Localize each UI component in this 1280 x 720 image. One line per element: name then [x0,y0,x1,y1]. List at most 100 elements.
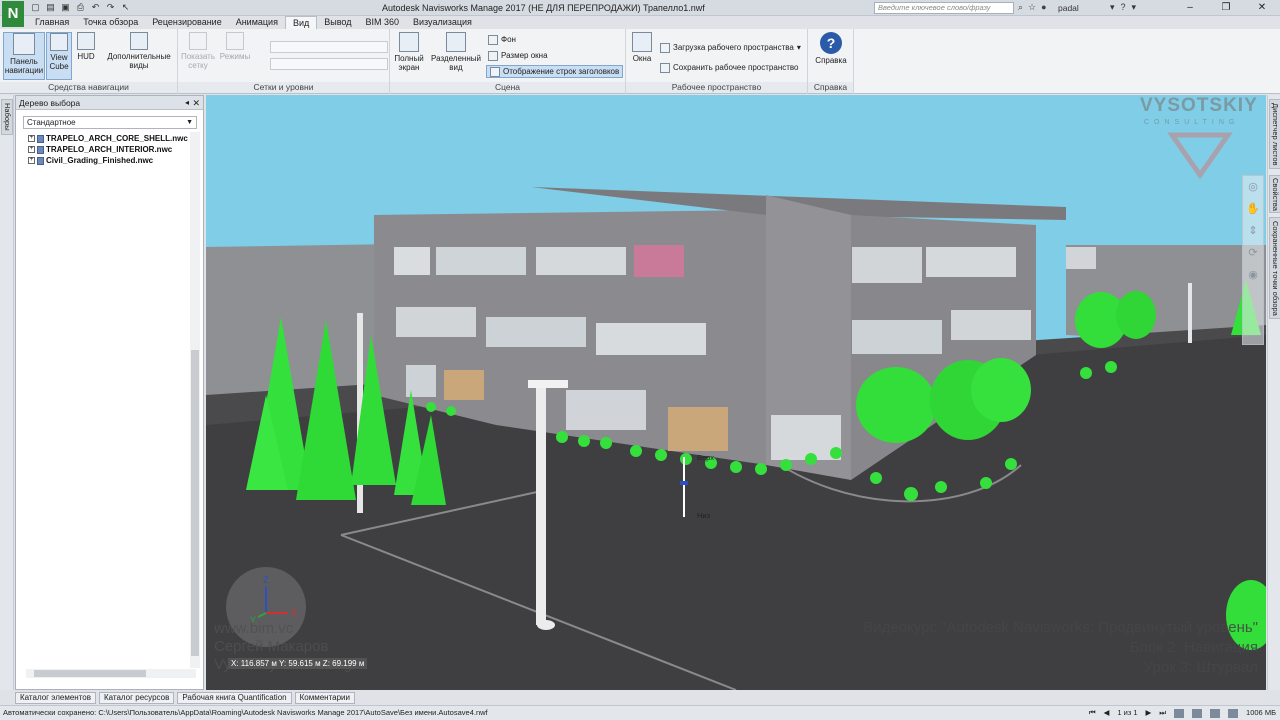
expand-icon[interactable]: + [28,146,35,153]
windows-button[interactable]: Окна [629,32,655,63]
save-workspace-icon [660,62,670,73]
navigation-panel-button[interactable]: Панель навигации [3,32,45,80]
next-page-icon[interactable]: ▶ [1146,706,1152,720]
course-caption: Видеокурс "Autodesk Navisworks: Продвину… [863,619,1258,676]
steering-wheel-icon[interactable]: ◎ [1243,176,1263,198]
last-page-icon[interactable]: ⏭ [1159,706,1166,720]
select-icon[interactable]: ↖ [120,2,131,13]
panel-title: Дерево выбора [19,98,81,108]
tab-resource-catalog[interactable]: Каталог ресурсов [98,692,175,704]
vertical-scrollbar[interactable] [190,132,200,668]
folder-icon[interactable]: ▢ [30,2,41,13]
3d-viewport[interactable]: Z X Y VYSOTSKIY CONSULTING ◎ ✋ ⇕ ⟳ ◉ Вер… [206,95,1266,690]
tree-item[interactable]: + TRAPELO_ARCH_CORE_SHELL.nwc [28,133,188,144]
web-icon [1210,708,1221,718]
print-icon[interactable]: ⎙ [75,2,86,13]
viewcube-button[interactable]: View Cube [46,32,72,80]
scroll-thumb[interactable] [191,350,199,656]
lamp-post [536,385,546,625]
file-icon [37,156,44,165]
binoculars-icon[interactable]: ⌕ [1018,2,1023,13]
fullscreen-button[interactable]: Полный экран [393,32,425,72]
tab-output[interactable]: Вывод [317,16,358,29]
help-icon[interactable]: ? [1121,2,1126,13]
window [394,247,430,275]
look-icon[interactable]: ◉ [1243,264,1263,286]
title-bars-button[interactable]: Отображение строк заголовков [486,65,624,78]
search-input[interactable]: Введите ключевое слово/фразу [874,2,1014,14]
save-workspace-button[interactable]: Сохранить рабочее пространство [660,61,799,74]
properties-tab[interactable]: Свойства [1269,175,1280,213]
dropdown-icon[interactable]: ▾ [1132,2,1137,13]
pan-icon[interactable]: ✋ [1243,198,1263,220]
tab-comments[interactable]: Комментарии [294,692,355,704]
quick-access-toolbar: ▢ ▤ ▣ ⎙ ↶ ↷ ↖ [30,2,131,13]
close-icon[interactable]: ✕ [192,96,200,110]
help-button[interactable]: ? Справка [812,32,850,65]
selection-tree-panel: Дерево выбора ◂ ✕ Стандартное ▼ + TRAPEL… [15,95,204,690]
split-view-button[interactable]: Разделенный вид [430,32,482,72]
tab-quantification[interactable]: Рабочая книга Quantification [177,692,292,704]
tree-item[interactable]: + TRAPELO_ARCH_INTERIOR.nwc [28,144,188,155]
zoom-icon[interactable]: ⇕ [1243,220,1263,242]
chevron-down-icon: ▼ [186,119,193,126]
pin-icon[interactable]: ◂ [185,96,189,110]
tab-animation[interactable]: Анимация [229,16,285,29]
undo-icon[interactable]: ↶ [90,2,101,13]
tree-item[interactable]: + Civil_Grading_Finished.nwc [28,155,188,166]
show-grid-button[interactable]: Показать сетку [180,32,216,70]
open-icon[interactable]: ▤ [45,2,56,13]
panel-header: Дерево выбора ◂ ✕ [16,96,203,110]
prev-page-icon[interactable]: ◀ [1104,706,1110,720]
wheel-indicator[interactable] [680,481,688,485]
modes-button[interactable]: Режимы [218,32,252,61]
close-icon[interactable]: ✕ [1244,0,1280,16]
user-name[interactable]: padal [1058,3,1079,13]
lamp-post [1188,283,1192,343]
orbit-icon[interactable]: ⟳ [1243,242,1263,264]
scroll-thumb[interactable] [34,670,146,677]
left-dock-strip: Наборы [0,95,14,690]
save-icon[interactable]: ▣ [60,2,71,13]
user-icon[interactable]: ● [1041,2,1046,13]
expand-icon[interactable]: + [28,135,35,142]
first-page-icon[interactable]: ⏮ [1089,706,1096,720]
expand-icon[interactable]: + [28,157,35,164]
bottom-tabs: Каталог элементов Каталог ресурсов Рабоч… [15,692,355,704]
round-tree [1116,291,1156,339]
cube-icon [50,33,68,51]
comm-center-icon[interactable]: ☆ [1028,2,1036,13]
hud-button[interactable]: HUD [74,32,98,61]
window-size-button[interactable]: Размер окна [488,49,548,62]
restore-icon[interactable]: ❐ [1208,0,1244,16]
additional-views-button[interactable]: Дополнительные виды [103,32,175,70]
grid-combo-1[interactable] [270,41,388,53]
help-menu-icon[interactable]: ▾ [1110,2,1115,13]
load-workspace-button[interactable]: Загрузка рабочего пространства ▾ [660,41,801,54]
window [951,310,1031,340]
sets-tab[interactable]: Наборы [1,99,13,135]
windows-icon [632,32,652,52]
tab-viewpoint[interactable]: Точка обзора [76,16,145,29]
grids-levels-group: Показать сетку Режимы Сетки и уровни [178,29,390,94]
sheet-browser-tab[interactable]: Диспетчер листов [1269,99,1280,169]
app-logo[interactable]: N [2,1,24,27]
tree-mode-select[interactable]: Стандартное ▼ [23,116,197,129]
tab-item-catalog[interactable]: Каталог элементов [15,692,96,704]
status-bar: Автоматически сохранено: C:\Users\Пользо… [0,705,1280,720]
tab-home[interactable]: Главная [28,16,76,29]
scene-render: Z X Y [206,132,1266,690]
redo-icon[interactable]: ↷ [105,2,116,13]
tab-visualization[interactable]: Визуализация [406,16,479,29]
chevron-down-icon: ▾ [796,43,801,52]
tab-bim360[interactable]: BIM 360 [358,16,406,29]
tab-review[interactable]: Рецензирование [145,16,229,29]
window [1066,247,1096,269]
horizontal-scrollbar[interactable] [26,669,196,678]
tab-view[interactable]: Вид [284,16,318,29]
minimize-icon[interactable]: – [1172,0,1208,16]
grid-combo-2[interactable] [270,58,388,70]
coordinates-readout: X: 116.857 м Y: 59.615 м Z: 69.199 м [228,658,368,669]
background-button[interactable]: Фон [488,33,516,46]
saved-viewpoints-tab[interactable]: Сохраненные точки обзора [1269,217,1280,319]
